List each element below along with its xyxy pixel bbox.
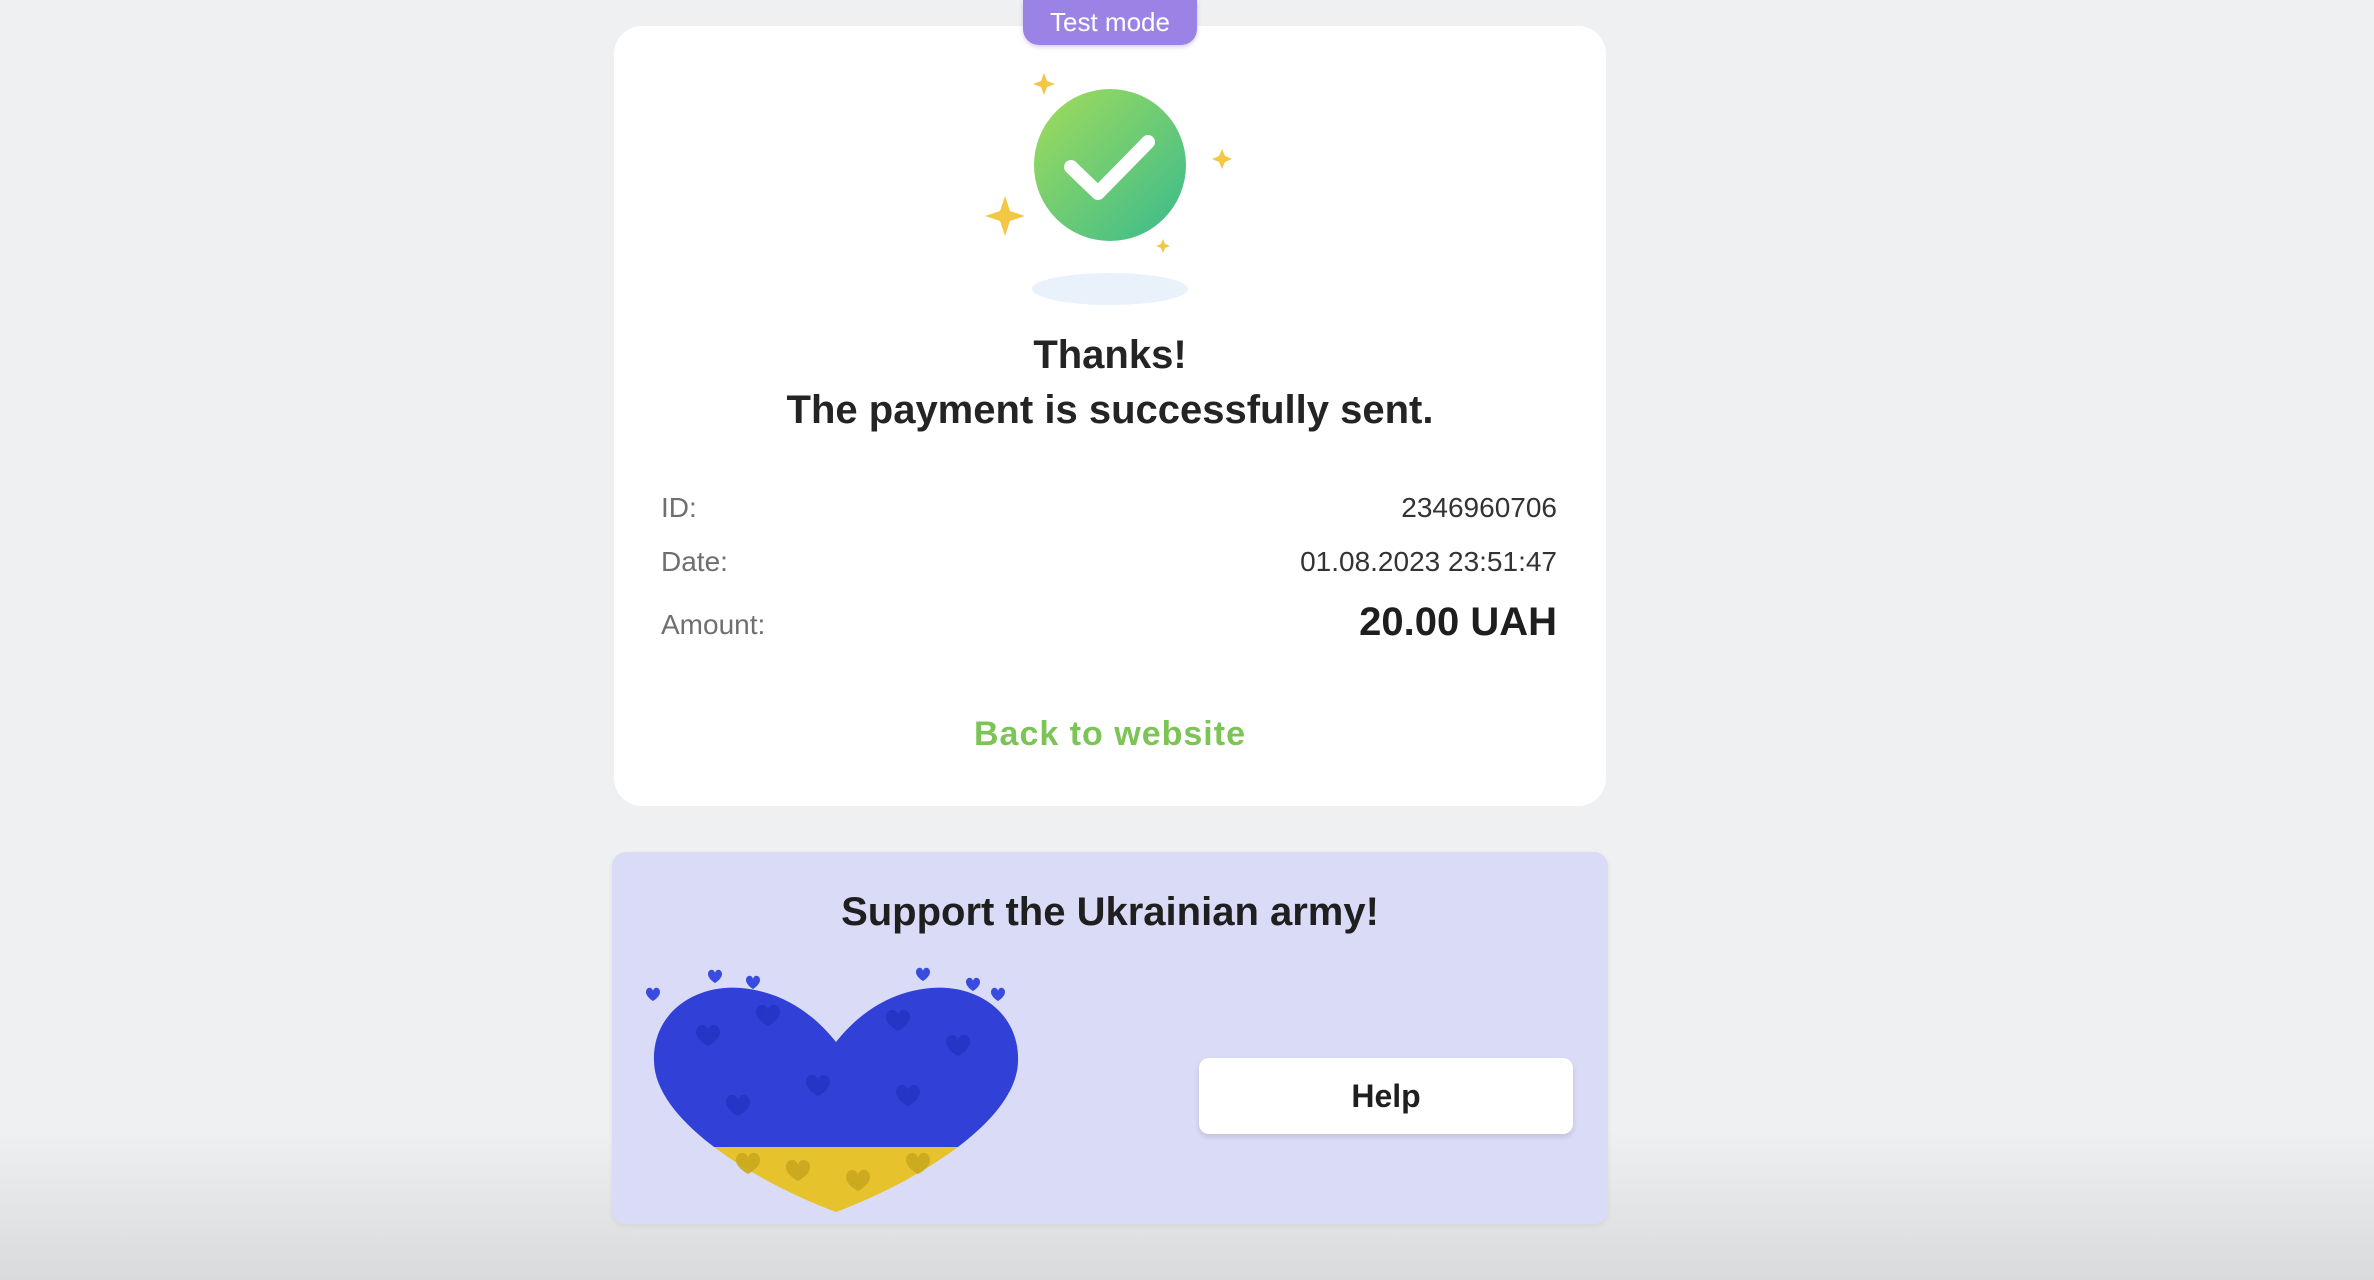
- ukraine-heart-illustration: [646, 967, 1019, 1212]
- id-value: 2346960706: [1401, 492, 1557, 523]
- amount-label: Amount:: [661, 609, 766, 640]
- date-value: 01.08.2023 23:51:47: [1300, 546, 1557, 577]
- support-title: Support the Ukrainian army!: [841, 890, 1379, 934]
- test-mode-badge: Test mode: [1023, 0, 1197, 45]
- thanks-heading: Thanks!: [1033, 333, 1187, 377]
- amount-value: 20.00 UAH: [1359, 600, 1557, 644]
- check-circle-icon: [985, 73, 1232, 305]
- back-to-website-link[interactable]: Back to website: [614, 715, 1606, 754]
- date-label: Date:: [661, 546, 728, 577]
- id-label: ID:: [661, 492, 697, 523]
- help-button[interactable]: Help: [1199, 1058, 1573, 1134]
- payment-sent-heading: The payment is successfully sent.: [786, 388, 1434, 432]
- support-banner: Support the Ukrainian army! Help: [612, 852, 1608, 1224]
- test-mode-label: Test mode: [1050, 7, 1170, 37]
